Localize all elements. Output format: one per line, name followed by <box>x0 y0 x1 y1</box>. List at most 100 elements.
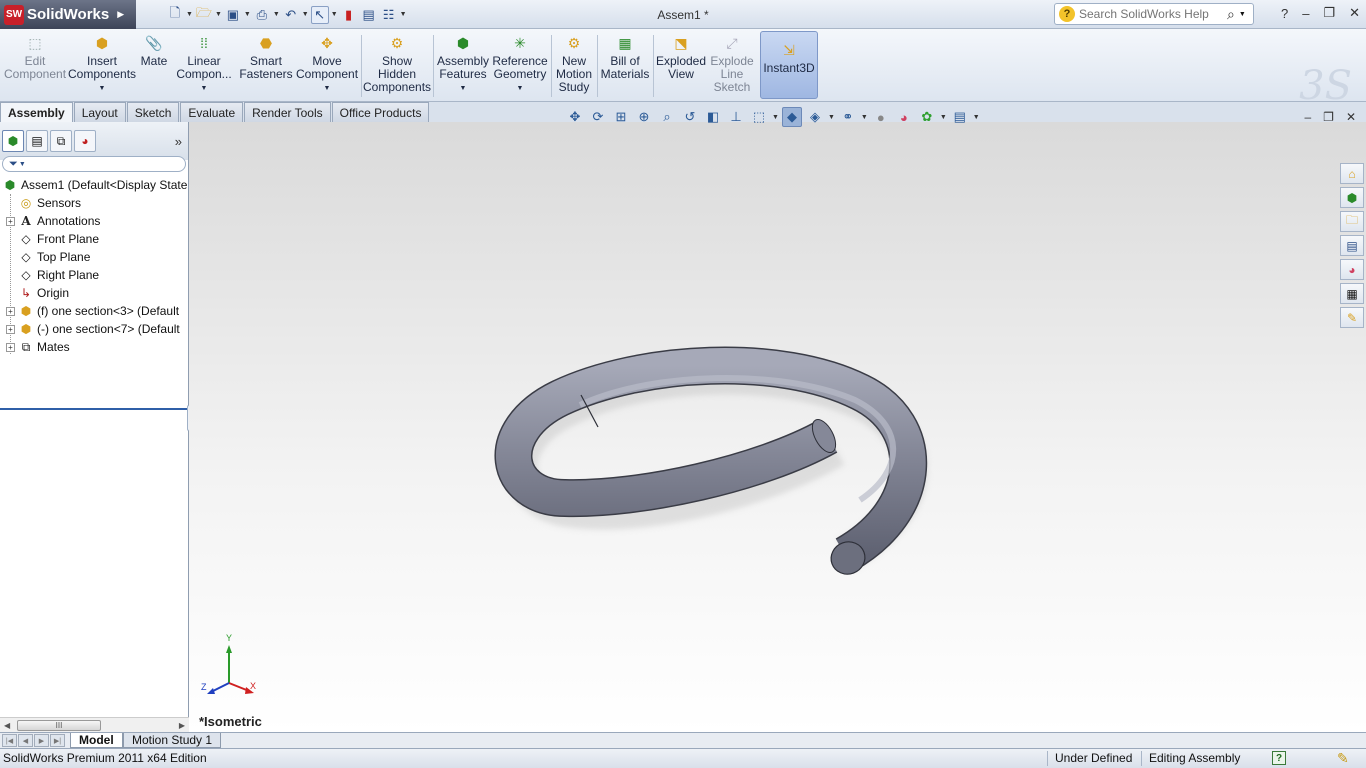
expand-plus-icon[interactable]: + <box>6 342 15 352</box>
section-view-icon[interactable]: ◧ <box>703 107 723 127</box>
tree-item-top-plane[interactable]: ◇ Top Plane <box>0 248 189 266</box>
select-arrow-icon[interactable]: ↖ <box>310 5 329 24</box>
linear-component-pattern-button[interactable]: ⁞⁞ Linear Compon... ▼ <box>174 33 234 101</box>
help-button[interactable]: ? <box>1281 6 1288 21</box>
property-manager-icon[interactable]: ▤ <box>26 130 48 152</box>
restore-button[interactable]: ❐ <box>1323 5 1335 21</box>
previous-view-icon[interactable]: ↺ <box>680 107 700 127</box>
search-icon[interactable]: ⌕ <box>1227 6 1235 23</box>
viewport-restore-button[interactable]: ❐ <box>1323 110 1334 124</box>
tab-render-tools[interactable]: Render Tools <box>244 102 331 122</box>
view-settings-icon[interactable]: ▤ <box>950 107 970 127</box>
file-properties-icon[interactable]: ▤ <box>360 6 378 24</box>
assembly-features-button[interactable]: ⬢ Assembly Features ▼ <box>436 33 490 101</box>
zoom-to-fit-icon[interactable]: ⊞ <box>611 107 631 127</box>
tree-item-origin[interactable]: ↳ Origin <box>0 284 189 302</box>
tube-model[interactable] <box>189 122 1366 732</box>
chevron-down-icon[interactable]: ▼ <box>400 11 407 18</box>
feature-manager-tree-icon[interactable]: ⬢ <box>2 130 24 152</box>
tab-sketch[interactable]: Sketch <box>126 102 180 122</box>
view-orientation-icon[interactable]: ⬚ <box>749 107 769 127</box>
edit-appearance-icon[interactable]: ⚭ <box>838 107 858 127</box>
instant3d-button[interactable]: ⇲ Instant3D <box>760 31 818 99</box>
tree-item-component-3[interactable]: + ⬢ (f) one section<3> (Default <box>0 302 189 320</box>
save-icon[interactable]: ▣ <box>224 6 242 24</box>
custom-properties-icon[interactable]: ▦ <box>1340 283 1364 304</box>
chevron-down-icon[interactable]: ▼ <box>99 82 106 95</box>
insert-components-button[interactable]: ⬢ Insert Components ▼ <box>68 33 136 101</box>
solidworks-menu-button[interactable]: SW SolidWorks ▶ <box>0 0 136 29</box>
configuration-manager-icon[interactable]: ⧉ <box>50 130 72 152</box>
first-tab-icon[interactable]: |◀ <box>2 734 17 747</box>
chevron-down-icon[interactable]: ▼ <box>460 82 467 95</box>
explode-line-sketch-button[interactable]: ⤢ Explode Line Sketch <box>708 33 756 101</box>
appearance-sphere-icon[interactable]: ◕ <box>894 107 914 127</box>
tree-item-mates[interactable]: + ⧉ Mates <box>0 338 189 356</box>
scene-icon[interactable]: ✿ <box>917 107 937 127</box>
show-hidden-components-button[interactable]: ⚙ Show Hidden Components <box>363 33 431 101</box>
design-library-icon[interactable]: ⬢ <box>1340 187 1364 208</box>
rebuild-traffic-light-icon[interactable]: ▮ <box>340 6 358 24</box>
mate-button[interactable]: 📎 Mate <box>138 33 170 101</box>
edit-component-button[interactable]: ⬚ Edit Component <box>4 33 66 101</box>
reference-geometry-button[interactable]: ✳ Reference Geometry ▼ <box>492 33 548 101</box>
last-tab-icon[interactable]: ▶| <box>50 734 65 747</box>
tab-layout[interactable]: Layout <box>73 102 126 122</box>
new-document-icon[interactable]: 🗋 <box>166 5 184 24</box>
search-input[interactable] <box>1079 7 1227 21</box>
open-folder-icon[interactable]: 🗁 <box>195 5 213 24</box>
tab-office-products[interactable]: Office Products <box>331 102 430 122</box>
viewport-minimize-button[interactable]: – <box>1304 110 1311 124</box>
undo-icon[interactable]: ↶ <box>282 6 300 24</box>
prev-tab-icon[interactable]: ◀ <box>18 734 33 747</box>
next-tab-icon[interactable]: ▶ <box>34 734 49 747</box>
chevron-down-icon[interactable]: ▼ <box>772 114 779 121</box>
minimize-button[interactable]: – <box>1302 6 1309 21</box>
display-manager-icon[interactable]: ◕ <box>74 130 96 152</box>
close-button[interactable]: ✕ <box>1349 5 1360 21</box>
expand-panel-icon[interactable]: » <box>175 134 182 149</box>
chevron-down-icon[interactable]: ▼ <box>186 11 193 18</box>
home-icon[interactable]: ⌂ <box>1340 163 1364 184</box>
chevron-down-icon[interactable]: ▼ <box>324 82 331 95</box>
chevron-down-icon[interactable]: ▼ <box>331 11 338 18</box>
appearances-icon[interactable]: ◕ <box>1340 259 1364 280</box>
tree-root-assembly[interactable]: ⬢ Assem1 (Default<Display State <box>0 176 189 194</box>
expand-plus-icon[interactable]: + <box>6 324 15 334</box>
quick-tips-icon[interactable]: ? <box>1272 751 1286 765</box>
zoom-to-area-icon[interactable]: ⊕ <box>634 107 654 127</box>
tree-item-front-plane[interactable]: ◇ Front Plane <box>0 230 189 248</box>
graphics-area[interactable]: Y X Z *Isometric <box>189 122 1366 732</box>
scroll-left-icon[interactable]: ◀ <box>4 721 10 730</box>
chevron-down-icon[interactable]: ▼ <box>215 11 222 18</box>
tree-item-annotations[interactable]: + A Annotations <box>0 212 189 230</box>
shaded-display-icon[interactable]: ◆ <box>781 107 802 127</box>
hide-show-items-icon[interactable]: ◈ <box>805 107 825 127</box>
tree-item-right-plane[interactable]: ◇ Right Plane <box>0 266 189 284</box>
dynamic-annotation-icon[interactable]: ⊥ <box>726 107 746 127</box>
chevron-down-icon[interactable]: ▼ <box>244 11 251 18</box>
viewport-close-button[interactable]: ✕ <box>1346 110 1356 124</box>
search-results-icon[interactable]: ✎ <box>1340 307 1364 328</box>
scroll-thumb[interactable]: III <box>17 720 101 731</box>
zoom-in-out-icon[interactable]: ⌕ <box>657 107 677 127</box>
chevron-down-icon[interactable]: ▼ <box>201 82 208 95</box>
tab-evaluate[interactable]: Evaluate <box>180 102 244 122</box>
tab-motion-study-1[interactable]: Motion Study 1 <box>123 733 222 748</box>
rollback-bar[interactable] <box>0 408 187 410</box>
chevron-down-icon[interactable]: ▼ <box>861 114 868 121</box>
pan-icon[interactable]: ✥ <box>565 107 585 127</box>
chevron-down-icon[interactable]: ▼ <box>302 11 309 18</box>
new-motion-study-button[interactable]: ⚙ New Motion Study <box>554 33 594 101</box>
chevron-down-icon[interactable]: ▼ <box>517 82 524 95</box>
chevron-down-icon[interactable]: ▼ <box>828 114 835 121</box>
rotate-icon[interactable]: ⟳ <box>588 107 608 127</box>
scroll-right-icon[interactable]: ▶ <box>179 721 185 730</box>
move-component-button[interactable]: ✥ Move Component ▼ <box>296 33 358 101</box>
tree-filter[interactable]: ⏷ ▼ <box>2 156 186 172</box>
tab-assembly[interactable]: Assembly <box>0 102 73 122</box>
chevron-down-icon[interactable]: ▼ <box>273 11 280 18</box>
expand-plus-icon[interactable]: + <box>6 216 15 226</box>
bill-of-materials-button[interactable]: ▦ Bill of Materials <box>600 33 650 101</box>
exploded-view-button[interactable]: ⬔ Exploded View <box>656 33 706 101</box>
